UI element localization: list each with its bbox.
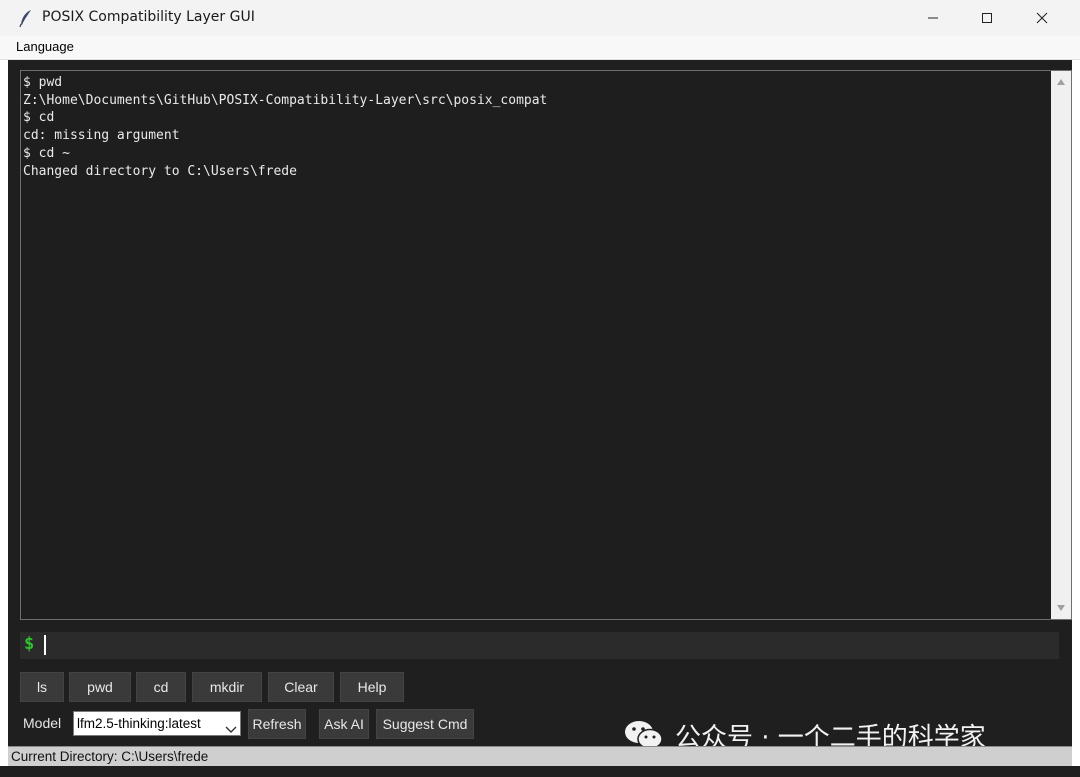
terminal-line: $ cd bbox=[23, 110, 55, 126]
model-select[interactable]: lfm2.5-thinking:latest bbox=[73, 711, 241, 736]
maximize-icon bbox=[982, 13, 992, 23]
ls-button[interactable]: ls bbox=[20, 672, 64, 702]
terminal-line: $ cd ~ bbox=[23, 145, 70, 161]
window-bottom-edge bbox=[0, 766, 1080, 777]
status-bar: Current Directory: C:\Users\frede bbox=[8, 746, 1072, 766]
close-button[interactable] bbox=[1015, 0, 1069, 36]
close-icon bbox=[1036, 12, 1048, 24]
model-selected-value: lfm2.5-thinking:latest bbox=[77, 716, 201, 731]
command-input[interactable]: $ bbox=[20, 632, 1059, 659]
terminal-output: $ pwd Z:\Home\Documents\GitHub\POSIX-Comp… bbox=[23, 74, 1033, 614]
vertical-scrollbar[interactable] bbox=[1051, 71, 1071, 619]
suggest-cmd-button[interactable]: Suggest Cmd bbox=[376, 709, 474, 739]
refresh-button[interactable]: Refresh bbox=[248, 709, 306, 739]
title-bar: POSIX Compatibility Layer GUI bbox=[0, 0, 1080, 36]
terminal-line: Changed directory to C:\Users\frede bbox=[23, 163, 297, 179]
menu-bar: Language bbox=[0, 36, 1080, 60]
chevron-down-icon bbox=[225, 719, 237, 738]
scroll-up-icon[interactable] bbox=[1051, 73, 1071, 91]
current-directory-status: Current Directory: C:\Users\frede bbox=[11, 749, 209, 764]
feather-icon bbox=[16, 8, 36, 28]
clear-button[interactable]: Clear bbox=[268, 672, 334, 702]
maximize-button[interactable] bbox=[960, 0, 1014, 36]
terminal-line: $ pwd bbox=[23, 75, 63, 90]
prompt-symbol: $ bbox=[24, 634, 35, 654]
minimize-button[interactable] bbox=[906, 0, 960, 36]
scroll-down-icon[interactable] bbox=[1051, 599, 1071, 617]
terminal-line: cd: missing argument bbox=[23, 128, 180, 144]
terminal-output-panel[interactable]: $ pwd Z:\Home\Documents\GitHub\POSIX-Comp… bbox=[20, 70, 1072, 620]
terminal-line: Z:\Home\Documents\GitHub\POSIX-Compatibi… bbox=[23, 92, 548, 108]
minimize-icon bbox=[928, 17, 938, 19]
text-cursor bbox=[44, 635, 46, 655]
model-label: Model bbox=[23, 715, 62, 731]
menu-language[interactable]: Language bbox=[16, 39, 74, 54]
cd-button[interactable]: cd bbox=[136, 672, 186, 702]
window-title: POSIX Compatibility Layer GUI bbox=[42, 9, 255, 25]
main-panel: $ pwd Z:\Home\Documents\GitHub\POSIX-Comp… bbox=[8, 60, 1072, 777]
help-button[interactable]: Help bbox=[340, 672, 404, 702]
mkdir-button[interactable]: mkdir bbox=[192, 672, 262, 702]
ask-ai-button[interactable]: Ask AI bbox=[319, 709, 369, 739]
pwd-button[interactable]: pwd bbox=[69, 672, 131, 702]
